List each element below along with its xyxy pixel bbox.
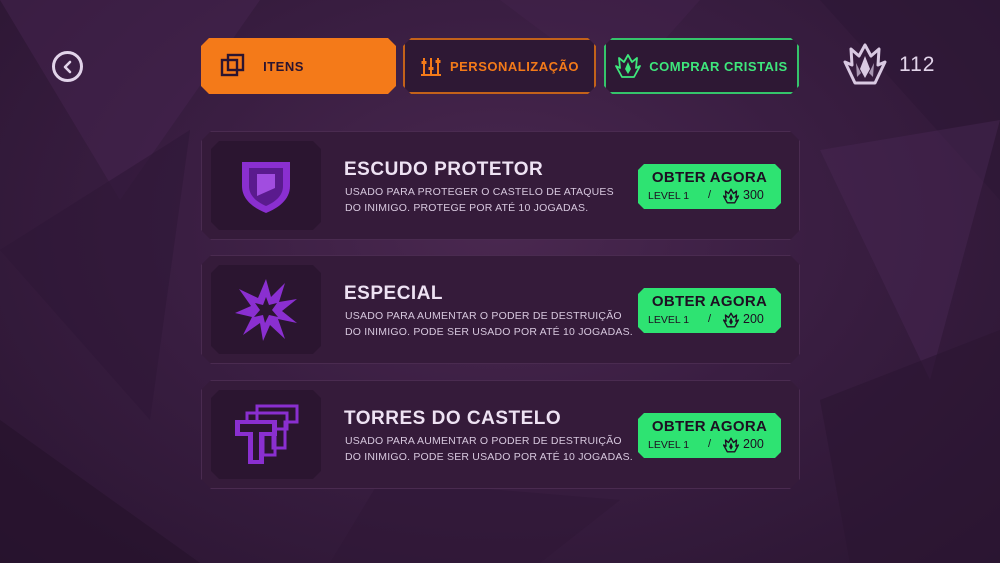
item-icon-box: [211, 265, 321, 354]
tab-comprar-cristais[interactable]: COMPRAR CRISTAIS: [604, 38, 799, 94]
item-title: ESCUDO PROTETOR: [344, 159, 544, 180]
crystal-icon: [843, 43, 887, 85]
shield-icon: [238, 156, 294, 216]
buy-button-label: OBTER AGORA: [651, 169, 768, 186]
item-description-line: USADO PARA AUMENTAR O PODER DE DESTRUIÇÃ…: [345, 310, 622, 322]
item-description: USADO PARA AUMENTAR O PODER DE DESTRUIÇÃ…: [345, 433, 635, 465]
price-separator: /: [708, 438, 712, 450]
obter-agora-button[interactable]: OBTER AGORA LEVEL 1 / 200: [638, 413, 781, 458]
crystal-icon: [723, 437, 739, 453]
item-icon-box: [211, 390, 321, 479]
tab-personalizacao[interactable]: PERSONALIZAÇÃO: [403, 38, 596, 94]
price-separator: /: [708, 313, 712, 325]
item-description-line: USADO PARA AUMENTAR O PODER DE DESTRUIÇÃ…: [345, 435, 622, 447]
item-price: 200: [743, 437, 764, 451]
item-card-especial: ESPECIAL USADO PARA AUMENTAR O PODER DE …: [201, 255, 800, 364]
buy-button-label: OBTER AGORA: [651, 418, 768, 435]
item-level: LEVEL 1: [648, 439, 690, 451]
price-separator: /: [708, 189, 712, 201]
crystal-icon: [723, 188, 739, 204]
item-description-line: DO INIMIGO. PODE SER USADO POR ATÉ 10 JO…: [345, 326, 633, 338]
towers-icon: [233, 404, 299, 466]
sliders-icon: [420, 55, 442, 77]
item-description: USADO PARA AUMENTAR O PODER DE DESTRUIÇÃ…: [345, 308, 635, 340]
tab-personalizacao-label: PERSONALIZAÇÃO: [449, 58, 580, 74]
crystal-icon: [723, 312, 739, 328]
item-title: ESPECIAL: [344, 283, 444, 304]
item-description-line: DO INIMIGO. PROTEGE POR ATÉ 10 JOGADAS.: [345, 202, 589, 214]
item-icon-box: [211, 141, 321, 230]
item-card-escudo-protetor: ESCUDO PROTETOR USADO PARA PROTEGER O CA…: [201, 131, 800, 240]
tab-itens[interactable]: ITENS: [201, 38, 396, 94]
item-price: 200: [743, 312, 764, 326]
obter-agora-button[interactable]: OBTER AGORA LEVEL 1 / 300: [638, 164, 781, 209]
item-description-line: DO INIMIGO. PODE SER USADO POR ATÉ 10 JO…: [345, 451, 633, 463]
explosion-icon: [233, 277, 299, 343]
item-price: 300: [743, 188, 764, 202]
buy-button-label: OBTER AGORA: [651, 293, 768, 310]
item-description-line: USADO PARA PROTEGER O CASTELO DE ATAQUES: [345, 186, 614, 198]
crystal-balance-value: 112: [899, 53, 936, 76]
obter-agora-button[interactable]: OBTER AGORA LEVEL 1 / 200: [638, 288, 781, 333]
back-button[interactable]: [52, 51, 83, 82]
item-title: TORRES DO CASTELO: [344, 408, 562, 429]
items-icon: [219, 52, 247, 80]
tab-itens-label: ITENS: [263, 58, 304, 74]
item-level: LEVEL 1: [648, 190, 690, 202]
chevron-left-icon: [63, 60, 71, 73]
item-level: LEVEL 1: [648, 314, 690, 326]
crystal-icon: [615, 54, 641, 78]
item-description: USADO PARA PROTEGER O CASTELO DE ATAQUES…: [345, 184, 635, 216]
item-card-torres-do-castelo: TORRES DO CASTELO USADO PARA AUMENTAR O …: [201, 380, 800, 489]
tab-comprar-cristais-label: COMPRAR CRISTAIS: [649, 58, 788, 74]
crystal-balance: 112: [843, 42, 935, 88]
